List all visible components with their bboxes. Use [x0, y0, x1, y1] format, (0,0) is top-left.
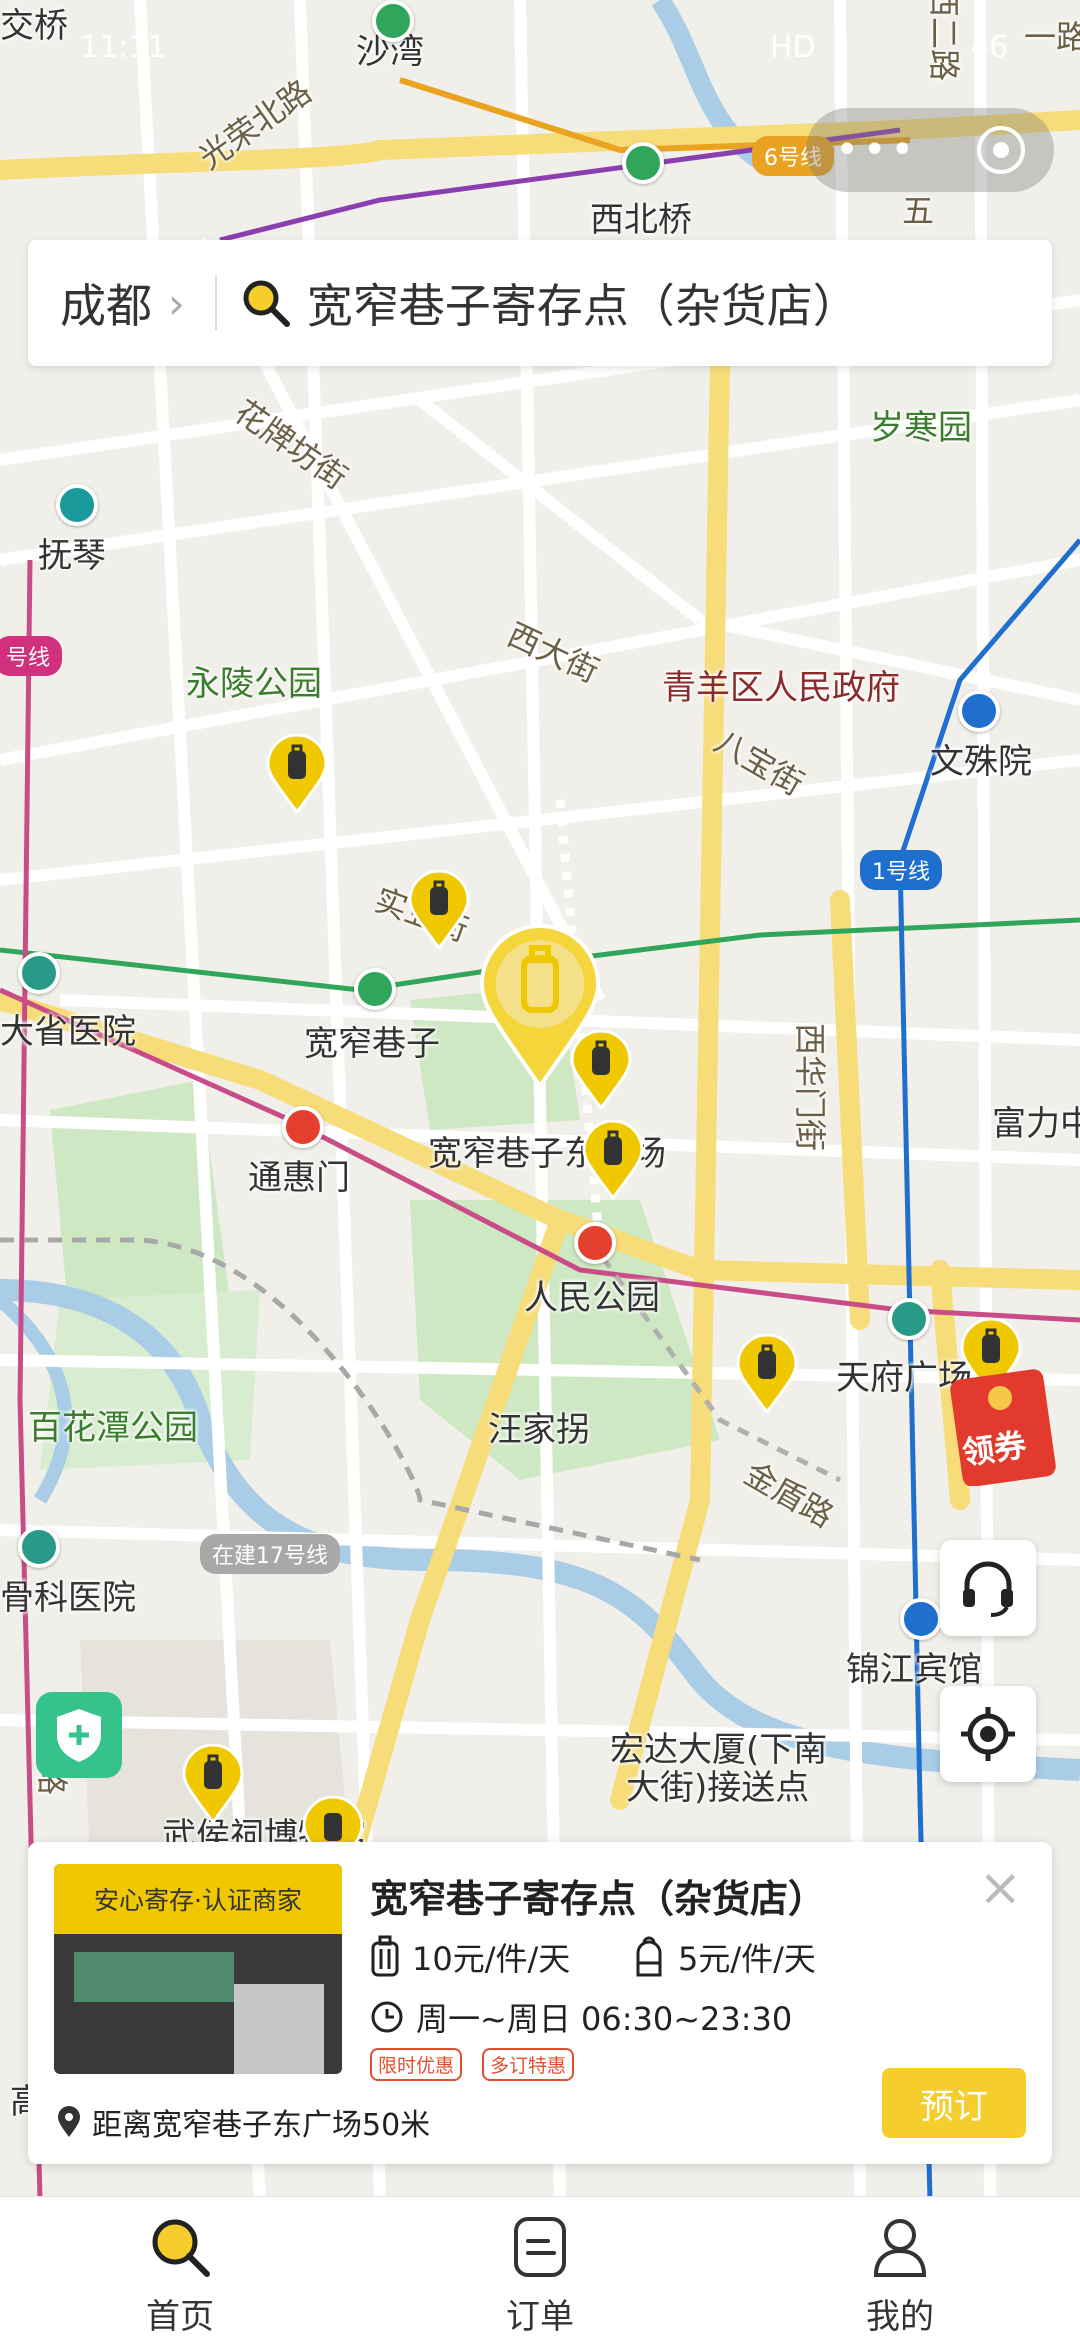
- map-label: 通惠门: [248, 1158, 350, 1198]
- map-label: 抚琴: [38, 536, 106, 576]
- map-label: 锦江宾馆: [846, 1650, 982, 1690]
- map-label: 大省医院: [0, 1012, 136, 1052]
- close-icon[interactable]: ×: [978, 1862, 1022, 1914]
- metro-line-tag: 号线: [0, 636, 63, 676]
- location-target-icon: [961, 1707, 1015, 1761]
- divider: [214, 276, 217, 330]
- metro-station-icon[interactable]: [18, 952, 60, 994]
- metro-station-icon[interactable]: [622, 142, 664, 184]
- metro-station-icon[interactable]: [888, 1298, 930, 1340]
- storage-pin-icon[interactable]: [182, 1744, 244, 1824]
- metro-station-icon[interactable]: [18, 1526, 60, 1568]
- map-label: 汪家拐: [488, 1410, 590, 1450]
- store-title: 宽窄巷子寄存点（杂货店）: [370, 1877, 827, 1921]
- shield-plus-icon: [57, 1709, 101, 1762]
- tab-home[interactable]: 首页: [80, 2197, 280, 2341]
- customer-service-button[interactable]: [940, 1540, 1036, 1636]
- metro-station-icon[interactable]: [900, 1598, 942, 1640]
- book-button[interactable]: 预订: [882, 2068, 1026, 2138]
- luggage-price: 10元/件/天: [370, 1934, 570, 1980]
- storage-pin-icon[interactable]: [736, 1334, 798, 1414]
- promo-tag: 多订特惠: [482, 2048, 575, 2081]
- certified-badge: 安心寄存·认证商家: [54, 1864, 342, 1934]
- status-battery: 46: [970, 30, 1009, 65]
- photo-sign: [74, 1952, 234, 2002]
- tab-profile[interactable]: 我的: [800, 2197, 1000, 2341]
- status-bar: 11:11 HD 46: [0, 0, 1080, 100]
- profile-icon: [873, 2219, 927, 2277]
- map-label: 文殊院: [930, 742, 1032, 782]
- more-dots-icon[interactable]: •••: [835, 127, 918, 173]
- photo-box: [234, 1984, 324, 2074]
- distance-info: 距离宽窄巷子东广场50米: [56, 2100, 430, 2144]
- safety-shield-button[interactable]: [36, 1692, 122, 1778]
- close-target-icon[interactable]: [976, 126, 1025, 174]
- storage-pin-icon[interactable]: [408, 870, 470, 950]
- map-label: 西华门街: [791, 1022, 830, 1152]
- location-pin-icon: [58, 2106, 80, 2137]
- opening-hours-text: 周一~周日 06:30~23:30: [416, 2000, 793, 2038]
- map-label: 人民公园: [524, 1278, 660, 1318]
- tab-label: 订单: [506, 2297, 574, 2337]
- metro-station-icon[interactable]: [958, 690, 1000, 732]
- metro-station-icon[interactable]: [354, 968, 396, 1010]
- map-label: 大街)接送点: [626, 1768, 810, 1808]
- map-label: 永陵公园: [186, 664, 322, 704]
- mini-program-capsule[interactable]: •••: [806, 108, 1054, 192]
- store-detail-card[interactable]: 安心寄存·认证商家 宽窄巷子寄存点（杂货店） × 10元/件/天 5元/件/天 …: [28, 1842, 1052, 2164]
- metro-station-icon[interactable]: [574, 1222, 616, 1264]
- tab-orders[interactable]: 订单: [440, 2197, 640, 2341]
- chevron-right-icon: ›: [168, 278, 185, 328]
- search-bar[interactable]: 成都 › 宽窄巷子寄存点（杂货店）: [28, 240, 1052, 366]
- metro-station-icon[interactable]: [56, 484, 98, 526]
- coupon-button[interactable]: 领券: [948, 1368, 1058, 1487]
- backpack-icon: [636, 1936, 662, 1977]
- bag-price-text: 5元/件/天: [678, 1940, 816, 1978]
- locate-me-button[interactable]: [940, 1686, 1036, 1782]
- luggage-price-text: 10元/件/天: [412, 1940, 571, 1978]
- map-label: 百花潭公园: [28, 1408, 198, 1448]
- city-selector[interactable]: 成都: [60, 270, 152, 336]
- coupon-label: 领券: [959, 1425, 1029, 1473]
- search-input[interactable]: 宽窄巷子寄存点（杂货店）: [307, 270, 859, 336]
- store-photo[interactable]: 安心寄存·认证商家: [54, 1864, 342, 2074]
- status-time: 11:11: [80, 30, 167, 65]
- metro-station-icon[interactable]: [282, 1106, 324, 1148]
- tab-label: 我的: [866, 2297, 934, 2337]
- bottom-tab-bar: 首页 订单 我的: [0, 2196, 1080, 2341]
- map-label: 岁寒园: [870, 408, 972, 448]
- suitcase-icon: [371, 1935, 399, 1977]
- map-label: 骨科医院: [0, 1578, 136, 1618]
- map-label: 西北桥: [590, 200, 692, 240]
- selected-storage-pin-icon[interactable]: [478, 922, 602, 1090]
- bag-price: 5元/件/天: [632, 1934, 816, 1980]
- order-icon: [514, 2217, 566, 2277]
- clock-icon: [371, 2001, 403, 2033]
- storage-pin-icon[interactable]: [266, 734, 328, 814]
- map-label: 青羊区人民政府: [662, 668, 900, 708]
- map-label: 五: [902, 192, 935, 230]
- metro-line-tag: 在建17号线: [200, 1534, 340, 1574]
- headset-icon: [963, 1561, 1013, 1617]
- promo-tag: 限时优惠: [370, 2048, 463, 2081]
- status-network: HD: [770, 30, 816, 65]
- tab-label: 首页: [146, 2297, 214, 2337]
- opening-hours: 周一~周日 06:30~23:30: [370, 1994, 792, 2040]
- search-icon: [243, 280, 290, 327]
- storage-pin-icon[interactable]: [582, 1120, 644, 1200]
- metro-line-tag: 1号线: [860, 850, 942, 890]
- distance-text: 距离宽窄巷子东广场50米: [92, 2108, 431, 2143]
- map-label: 富力中: [992, 1104, 1080, 1144]
- map-label: 宽窄巷子: [304, 1024, 440, 1064]
- search-icon: [152, 2219, 210, 2277]
